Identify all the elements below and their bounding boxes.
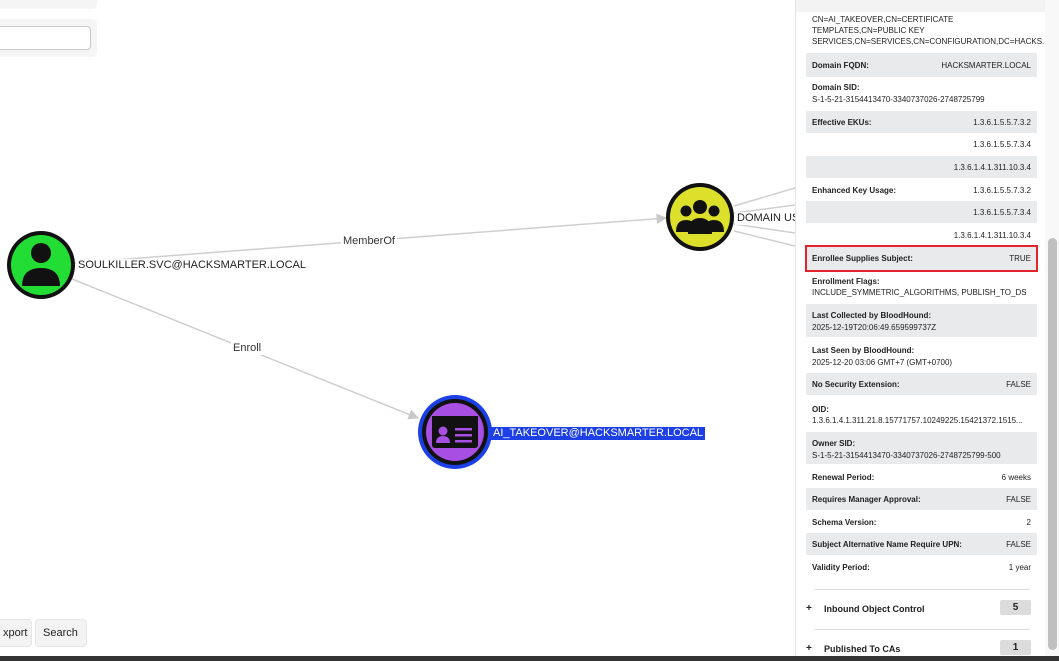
expand-icon: + bbox=[806, 603, 812, 614]
divider bbox=[814, 629, 1030, 630]
prop-value: S-1-5-21-3154413470-3340737026-274872579… bbox=[812, 451, 1001, 460]
prop-no-security-extension: No Security Extension: FALSE bbox=[806, 373, 1037, 395]
prop-san-require-upn: Subject Alternative Name Require UPN: FA… bbox=[806, 533, 1037, 555]
top-left-input[interactable] bbox=[0, 26, 91, 50]
prop-value: FALSE bbox=[1006, 540, 1031, 549]
prop-enrollment-flags: Enrollment Flags: INCLUDE_SYMMETRIC_ALGO… bbox=[806, 272, 1037, 302]
panel-header bbox=[796, 0, 1046, 12]
dn-value: CN=AI_TAKEOVER,CN=CERTIFICATE TEMPLATES,… bbox=[806, 13, 1049, 49]
prop-value: TRUE bbox=[1009, 254, 1031, 263]
edge-out-4[interactable] bbox=[733, 230, 795, 247]
prop-key: Domain SID: bbox=[812, 83, 860, 92]
dn-line-3: SERVICES,CN=SERVICES,CN=CONFIGURATION,DC… bbox=[812, 37, 1049, 46]
prop-effective-ekus-2: 1.3.6.1.5.5.7.3.4 bbox=[806, 133, 1037, 155]
scrollbar-thumb[interactable] bbox=[1048, 238, 1057, 650]
prop-last-seen: Last Seen by BloodHound: 2025-12-20 03:0… bbox=[806, 339, 1037, 371]
prop-value: 2 bbox=[1026, 518, 1031, 527]
section-title: Published To CAs bbox=[824, 644, 901, 654]
prop-key: Owner SID: bbox=[812, 439, 856, 448]
prop-key: Enrollee Supplies Subject: bbox=[812, 254, 913, 263]
prop-renewal-period: Renewal Period: 6 weeks bbox=[806, 466, 1037, 488]
prop-validity-period: Validity Period: 1 year bbox=[806, 556, 1037, 578]
graph-canvas[interactable]: SOULKILLER.SVC@HACKSMARTER.LOCAL DOMAIN … bbox=[0, 0, 802, 661]
prop-value: FALSE bbox=[1006, 495, 1031, 504]
prop-domain-fqdn: Domain FQDN: HACKSMARTER.LOCAL bbox=[806, 53, 1037, 77]
section-count: 5 bbox=[1000, 600, 1031, 615]
section-inbound-object-control[interactable]: + Inbound Object Control 5 bbox=[804, 599, 1039, 619]
divider bbox=[814, 589, 1030, 590]
dn-line-1: CN=AI_TAKEOVER,CN=CERTIFICATE bbox=[812, 15, 954, 24]
prop-enhanced-key-usage-2: 1.3.6.1.5.5.7.3.4 bbox=[806, 201, 1037, 223]
prop-schema-version: Schema Version: 2 bbox=[806, 511, 1037, 533]
node-label-group: DOMAIN US bbox=[735, 212, 802, 225]
prop-value: 1.3.6.1.4.1.311.10.3.4 bbox=[953, 163, 1031, 172]
prop-key: OID: bbox=[812, 405, 829, 414]
prop-value: 2025-12-20 03:06 GMT+7 (GMT+0700) bbox=[812, 358, 953, 367]
prop-domain-sid: Domain SID: S-1-5-21-3154413470-33407370… bbox=[806, 78, 1037, 108]
prop-key: Enrollment Flags: bbox=[812, 277, 880, 286]
prop-enhanced-key-usage-3: 1.3.6.1.4.1.311.10.3.4 bbox=[806, 224, 1037, 246]
section-count: 1 bbox=[1000, 640, 1031, 655]
prop-value: S-1-5-21-3154413470-3340737026-274872579… bbox=[812, 95, 985, 104]
node-label-cert-template: AI_TAKEOVER@HACKSMARTER.LOCAL bbox=[491, 427, 706, 440]
prop-key: Enhanced Key Usage: bbox=[812, 186, 897, 195]
section-title: Inbound Object Control bbox=[824, 604, 925, 614]
prop-key: Domain FQDN: bbox=[812, 61, 869, 70]
prop-value: 1.3.6.1.5.5.7.3.2 bbox=[973, 118, 1031, 127]
prop-value: INCLUDE_SYMMETRIC_ALGORITHMS, PUBLISH_TO… bbox=[812, 288, 1027, 297]
prop-key: Schema Version: bbox=[812, 518, 877, 527]
certificate-template-icon bbox=[432, 416, 478, 448]
properties-panel[interactable]: CN=AI_TAKEOVER,CN=CERTIFICATE TEMPLATES,… bbox=[795, 0, 1059, 661]
prop-key: Requires Manager Approval: bbox=[812, 495, 921, 504]
prop-value: HACKSMARTER.LOCAL bbox=[941, 61, 1031, 70]
export-button[interactable]: xport bbox=[0, 620, 31, 646]
prop-effective-ekus: Effective EKUs: 1.3.6.1.5.5.7.3.2 bbox=[806, 111, 1037, 133]
top-left-header[interactable] bbox=[0, 0, 97, 9]
prop-requires-manager-approval: Requires Manager Approval: FALSE bbox=[806, 488, 1037, 510]
prop-value: 1.3.6.1.4.1.311.21.8.15771757.10249225.1… bbox=[812, 416, 1023, 425]
node-label-user: SOULKILLER.SVC@HACKSMARTER.LOCAL bbox=[76, 259, 308, 272]
prop-owner-sid: Owner SID: S-1-5-21-3154413470-334073702… bbox=[806, 432, 1037, 464]
prop-enhanced-key-usage: Enhanced Key Usage: 1.3.6.1.5.5.7.3.2 bbox=[806, 179, 1037, 201]
prop-key: Validity Period: bbox=[812, 563, 870, 572]
search-button[interactable]: Search bbox=[36, 620, 86, 646]
prop-key: Last Seen by BloodHound: bbox=[812, 346, 915, 355]
node-group[interactable] bbox=[666, 183, 734, 251]
graph-svg bbox=[7, 183, 795, 469]
prop-key: Subject Alternative Name Require UPN: bbox=[812, 540, 962, 549]
bottom-bar bbox=[0, 656, 1059, 661]
edge-out-3[interactable] bbox=[733, 223, 795, 234]
prop-last-collected: Last Collected by BloodHound: 2025-12-19… bbox=[806, 304, 1037, 337]
prop-key: Effective EKUs: bbox=[812, 118, 872, 127]
prop-effective-ekus-3: 1.3.6.1.4.1.311.10.3.4 bbox=[806, 156, 1037, 178]
prop-key: No Security Extension: bbox=[812, 380, 900, 389]
prop-value: 1.3.6.1.5.5.7.3.4 bbox=[973, 208, 1031, 217]
dn-line-2: TEMPLATES,CN=PUBLIC KEY bbox=[812, 26, 925, 35]
prop-key: Last Collected by BloodHound: bbox=[812, 311, 932, 320]
prop-enrollee-supplies-subject: Enrollee Supplies Subject: TRUE bbox=[805, 245, 1038, 272]
prop-value: 1.3.6.1.4.1.311.10.3.4 bbox=[953, 231, 1031, 240]
prop-oid: OID: 1.3.6.1.4.1.311.21.8.15771757.10249… bbox=[806, 398, 1037, 430]
prop-value: 1.3.6.1.5.5.7.3.2 bbox=[973, 186, 1031, 195]
expand-icon: + bbox=[806, 643, 812, 654]
edge-label-enroll: Enroll bbox=[231, 342, 264, 355]
prop-value: FALSE bbox=[1006, 380, 1031, 389]
edge-out-1[interactable] bbox=[733, 187, 795, 207]
node-user[interactable] bbox=[7, 231, 75, 299]
prop-key: Renewal Period: bbox=[812, 473, 875, 482]
prop-value: 6 weeks bbox=[1001, 473, 1031, 482]
prop-value: 1.3.6.1.5.5.7.3.4 bbox=[973, 140, 1031, 149]
edge-label-memberof: MemberOf bbox=[341, 235, 397, 248]
prop-value: 1 year bbox=[1008, 563, 1031, 572]
prop-value: 2025-12-19T20:06:49.659599737Z bbox=[812, 323, 937, 332]
node-cert-template[interactable] bbox=[418, 395, 492, 469]
